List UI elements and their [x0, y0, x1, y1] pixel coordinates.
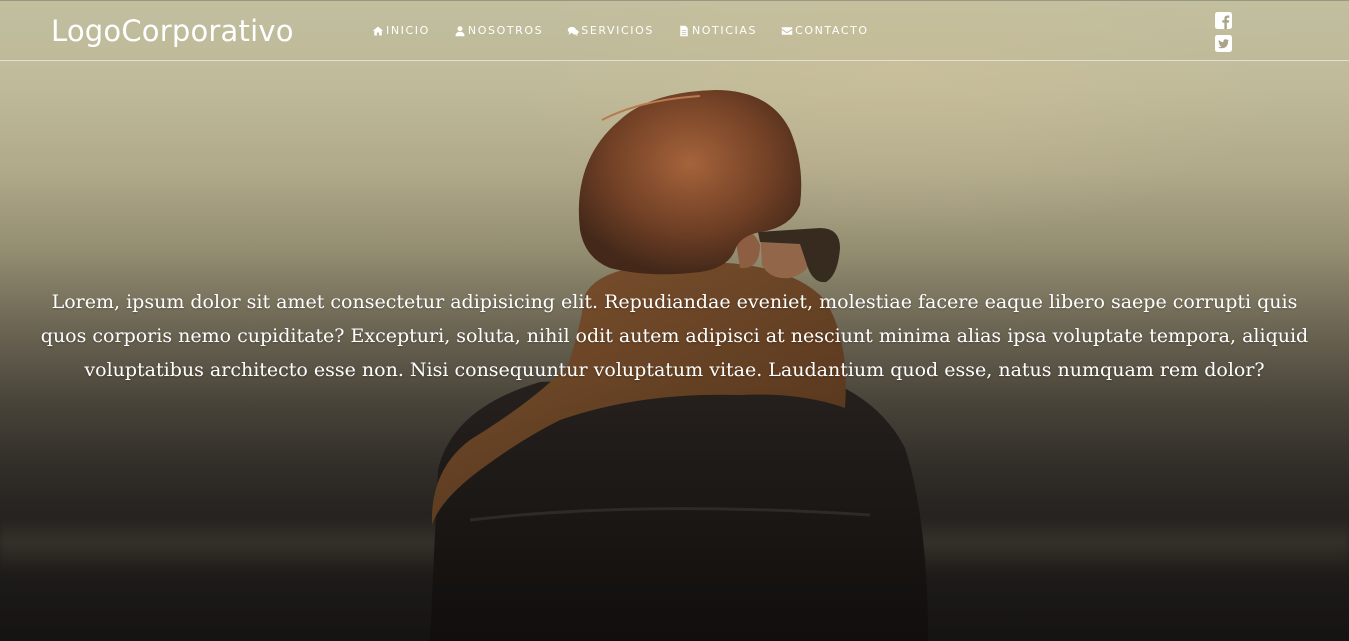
nav-link-servicios[interactable]: SERVICIOS [567, 24, 654, 37]
main-nav: INICIO NOSOTROS SERVICIOS NOTICIAS CONTA… [372, 24, 869, 37]
brand-logo-link[interactable]: LogoCorporativo [51, 14, 294, 48]
user-icon [455, 25, 465, 36]
nav-label-servicios: SERVICIOS [581, 24, 654, 37]
nav-link-noticias[interactable]: NOTICIAS [678, 24, 757, 37]
hero-section: LogoCorporativo INICIO NOSOTROS SERVICIO… [0, 0, 1349, 641]
twitter-icon [1215, 35, 1232, 52]
nav-item-servicios: SERVICIOS [567, 24, 654, 37]
twitter-link[interactable] [1215, 35, 1232, 52]
nav-label-noticias: NOTICIAS [691, 24, 758, 37]
home-icon [372, 26, 384, 35]
nav-label-inicio: INICIO [386, 24, 430, 37]
nav-link-nosotros[interactable]: NOSOTROS [454, 24, 543, 37]
nav-item-nosotros: NOSOTROS [454, 24, 543, 37]
hero-text: Lorem, ipsum dolor sit amet consectetur … [40, 291, 1309, 381]
social-links [1215, 12, 1232, 52]
nav-label-nosotros: NOSOTROS [467, 24, 544, 37]
nav-item-inicio: INICIO [372, 24, 430, 37]
facebook-icon [1215, 12, 1232, 29]
nav-label-contacto: CONTACTO [795, 24, 869, 37]
nav-item-contacto: CONTACTO [781, 24, 869, 37]
nav-link-contacto[interactable]: CONTACTO [781, 24, 869, 37]
comments-icon [568, 26, 579, 36]
top-navbar: LogoCorporativo INICIO NOSOTROS SERVICIO… [0, 0, 1349, 61]
facebook-link[interactable] [1215, 12, 1232, 29]
nav-link-inicio[interactable]: INICIO [372, 24, 430, 37]
nav-item-noticias: NOTICIAS [678, 24, 757, 37]
envelope-icon [781, 26, 793, 35]
file-icon [680, 25, 688, 36]
